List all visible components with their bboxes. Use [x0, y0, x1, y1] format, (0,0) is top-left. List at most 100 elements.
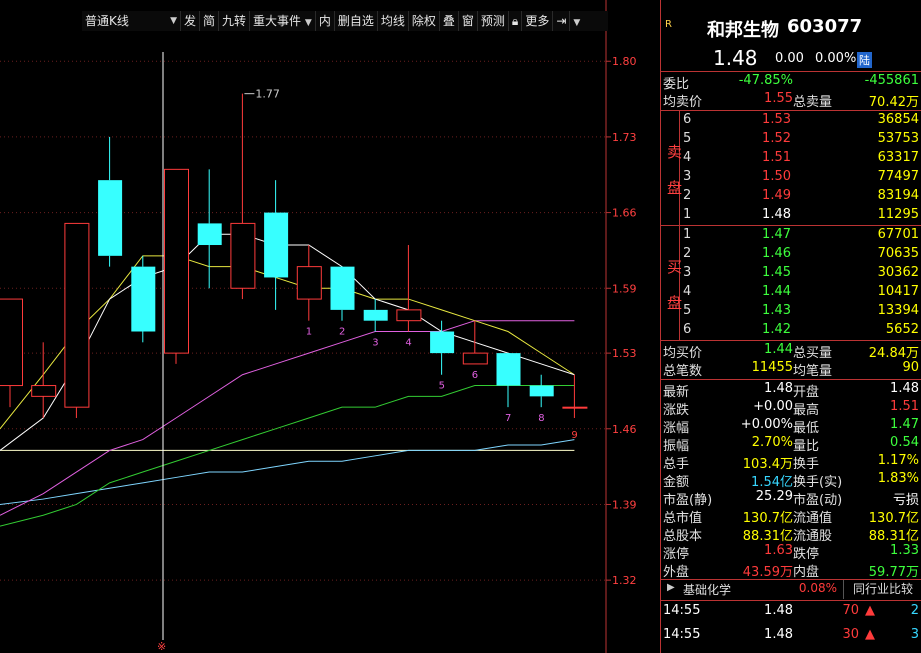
- tick-price: 1.48: [764, 603, 793, 618]
- divider: [661, 600, 921, 601]
- total-buy-value: 24.84万: [868, 346, 919, 361]
- tick-volume: 70: [842, 603, 859, 618]
- candle-body: [131, 266, 156, 332]
- nine-turn-counter: 8: [538, 413, 544, 424]
- sell-order-row[interactable]: 2 1.49 83194: [661, 188, 921, 206]
- stat-label: 开盘: [793, 385, 820, 400]
- stat-label: 换手: [793, 457, 820, 472]
- candle-body: [363, 309, 388, 321]
- stat-label: 总股本: [663, 529, 703, 544]
- sell-order-row[interactable]: 5 1.52 53753: [661, 131, 921, 149]
- toolbar-item-nei[interactable]: 内: [314, 11, 334, 31]
- sell-order-row[interactable]: 3 1.50 77497: [661, 169, 921, 187]
- exit-icon[interactable]: ⇥: [552, 11, 569, 31]
- stat-value: 1.48: [890, 381, 919, 396]
- sell-order-price: 1.53: [762, 112, 791, 127]
- stat-value: 1.83%: [877, 471, 919, 486]
- stat-value: 1.63: [764, 543, 793, 558]
- candle-body: [330, 266, 355, 310]
- toolbar-item-remove-watchlist[interactable]: 删自选: [333, 11, 377, 31]
- buy-order-row[interactable]: 4 1.44 10417: [661, 284, 921, 302]
- tick-count: 2: [910, 603, 919, 618]
- toolbar-item-jiuzhuan[interactable]: 九转: [218, 11, 249, 31]
- stat-label: 金额: [663, 475, 690, 490]
- buy-order-price: 1.42: [762, 322, 791, 337]
- candle-body: [197, 223, 222, 246]
- tick-volume: 30: [842, 627, 859, 642]
- buy-order-row[interactable]: 5 1.43 13394: [661, 303, 921, 321]
- stat-label: 最新: [663, 385, 690, 400]
- buy-order-level: 2: [683, 246, 692, 261]
- y-tick-label: 1.80: [612, 55, 637, 68]
- kline-chart-area[interactable]: 1.80 1.73 1.66 1.59 1.53 1.46 1.39 1.32 ※ 1.77 1 2 3…: [0, 0, 660, 653]
- buy-order-row[interactable]: 3 1.45 30362: [661, 265, 921, 283]
- sell-order-volume: 11295: [877, 207, 919, 222]
- stat-value: 130.7亿: [868, 511, 919, 526]
- chevron-right-icon: ▶: [667, 582, 675, 593]
- kline-chart[interactable]: 1.80 1.73 1.66 1.59 1.53 1.46 1.39 1.32 ※ 1.77 1 2 3…: [0, 0, 660, 653]
- sell-order-row[interactable]: 4 1.51 63317: [661, 150, 921, 168]
- arrow-up-icon: ▲: [865, 603, 875, 618]
- peer-compare-button[interactable]: 同行业比较: [843, 580, 921, 599]
- toolbar-item-fa[interactable]: 发: [180, 11, 199, 31]
- buy-order-row[interactable]: 6 1.42 5652: [661, 322, 921, 340]
- stat-value: 亏损: [892, 493, 919, 508]
- lock-icon[interactable]: 🔒︎: [507, 11, 521, 31]
- stat-label: 总手: [663, 457, 690, 472]
- sell-order-level: 4: [683, 150, 692, 165]
- buy-order-price: 1.45: [762, 265, 791, 280]
- stat-row: 涨停 1.63 跌停 1.33: [661, 543, 921, 562]
- stock-header: R 和邦生物 603077: [661, 16, 921, 41]
- price-line: 1.48 0.00 0.00% 陆: [661, 46, 921, 70]
- stat-label: 振幅: [663, 439, 690, 454]
- weibi-pct: -47.85%: [738, 73, 793, 88]
- divider: [661, 379, 921, 380]
- candle-body: [529, 385, 554, 397]
- sell-order-level: 6: [683, 112, 692, 127]
- buy-order-row[interactable]: 1 1.47 67701: [661, 227, 921, 245]
- stat-value: 1.17%: [877, 453, 919, 468]
- buy-order-level: 3: [683, 265, 692, 280]
- toolbar-item-window[interactable]: 窗: [457, 11, 477, 31]
- buy-order-price: 1.44: [762, 284, 791, 299]
- stat-label: 内盘: [793, 565, 820, 580]
- toolbar-item-major-events[interactable]: 重大事件 ▼: [249, 11, 315, 31]
- sell-order-row[interactable]: 6 1.53 36854: [661, 112, 921, 130]
- sell-order-volume: 63317: [877, 150, 919, 165]
- toolbar-item-exright[interactable]: 除权: [407, 11, 439, 31]
- chart-type-select[interactable]: 普通K线 ▼: [82, 11, 180, 31]
- y-tick-label: 1.66: [612, 207, 637, 220]
- stat-label: 最高: [793, 403, 820, 418]
- buy-order-level: 6: [683, 322, 692, 337]
- toolbar-item-overlay[interactable]: 叠: [438, 11, 458, 31]
- sell-order-level: 2: [683, 188, 692, 203]
- stat-row: 涨跌 +0.00 最高 1.51: [661, 399, 921, 418]
- sell-order-volume: 83194: [877, 188, 919, 203]
- stat-row: 总手 103.4万 换手 1.17%: [661, 453, 921, 472]
- candle-body: [98, 180, 123, 256]
- divider: [661, 71, 921, 72]
- chevron-down-icon[interactable]: ▼: [569, 11, 583, 31]
- buy-order-level: 5: [683, 303, 692, 318]
- tick-time: 14:55: [663, 627, 701, 642]
- stat-label: 换手(实): [793, 475, 843, 490]
- stat-value: 1.51: [890, 399, 919, 414]
- toolbar-item-jian[interactable]: 简: [199, 11, 218, 31]
- toolbar-item-more[interactable]: 更多: [521, 11, 552, 31]
- stat-value: 88.31亿: [742, 529, 793, 544]
- toolbar-item-ma[interactable]: 均线: [376, 11, 408, 31]
- stat-row: 总股本 88.31亿 流通股 88.31亿: [661, 525, 921, 544]
- stat-row: 外盘 43.59万 内盘 59.77万: [661, 561, 921, 580]
- stat-row: 总市值 130.7亿 流通值 130.7亿: [661, 507, 921, 526]
- industry-row[interactable]: ▶ 基础化学 0.08% 同行业比较: [661, 580, 921, 600]
- nine-turn-counter: 2: [339, 327, 345, 338]
- stat-label: 涨跌: [663, 403, 690, 418]
- buy-order-row[interactable]: 2 1.46 70635: [661, 246, 921, 264]
- sell-order-level: 3: [683, 169, 692, 184]
- stat-value: 130.7亿: [742, 511, 793, 526]
- weibi-label: 委比: [663, 77, 690, 92]
- avg-trade-value: 90: [902, 360, 919, 375]
- buy-order-level: 1: [683, 227, 692, 242]
- sell-order-row[interactable]: 1 1.48 11295: [661, 207, 921, 225]
- toolbar-item-forecast[interactable]: 预测: [476, 11, 508, 31]
